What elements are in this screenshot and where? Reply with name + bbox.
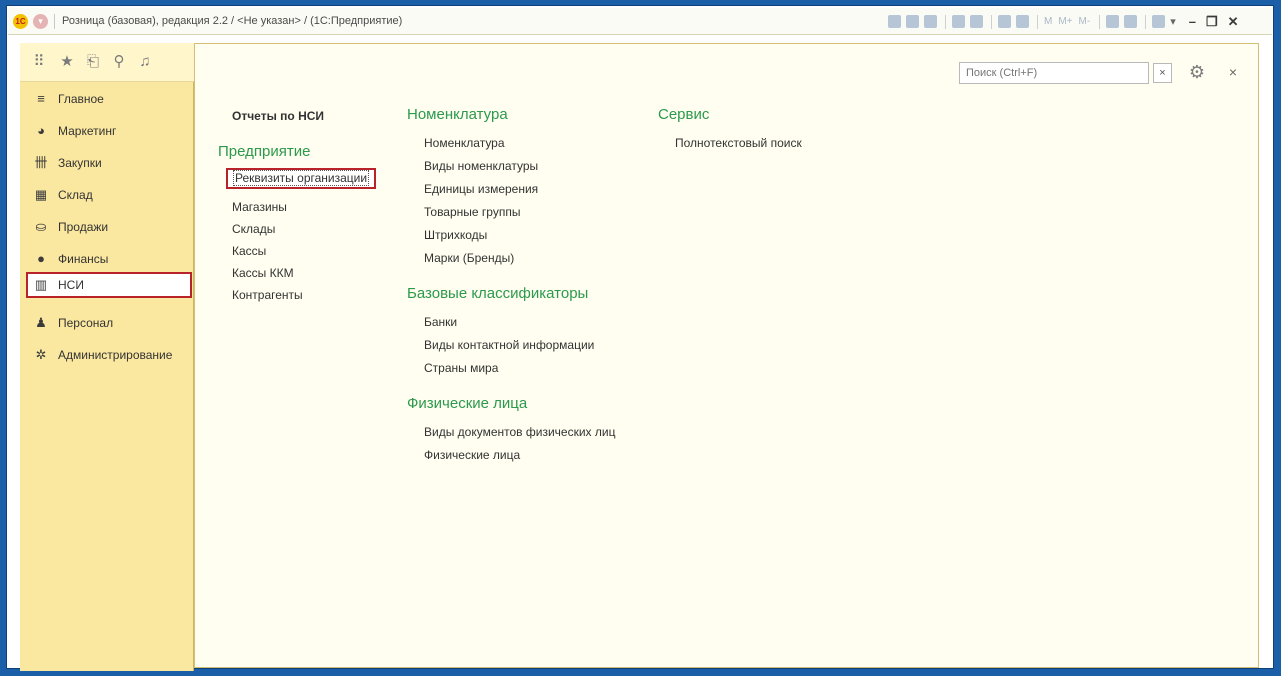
search-clear-button[interactable]: × — [1153, 63, 1172, 83]
sidebar-item-label: Финансы — [58, 252, 109, 266]
reports-link[interactable]: Отчеты по НСИ — [232, 108, 376, 124]
nav-link-item[interactable]: Марки (Бренды) — [407, 251, 615, 266]
nav-link-item[interactable]: Контрагенты — [232, 288, 376, 303]
sidebar-item-label: Склад — [58, 188, 93, 202]
sidebar-item-label: Закупки — [58, 156, 102, 170]
group-title: Сервис — [658, 106, 710, 123]
nav-link-item[interactable]: Штрихкоды — [407, 228, 615, 243]
nav-link-item[interactable]: Полнотекстовый поиск — [658, 136, 802, 151]
cart-icon: 卌 — [34, 155, 48, 170]
main-menu-button[interactable]: ▾ — [33, 14, 48, 29]
memory-add-button[interactable]: M+ — [1058, 14, 1072, 30]
column-service: Сервис Полнотекстовый поиск — [658, 106, 802, 170]
info-icon[interactable] — [1152, 15, 1166, 28]
chevron-down-icon[interactable]: ▾ — [1170, 14, 1176, 30]
nav-link-item[interactable]: Товарные группы — [407, 205, 615, 220]
close-panel-button[interactable]: × — [1226, 61, 1240, 83]
zoom-icon[interactable] — [1106, 15, 1120, 28]
column-nomenclature: Номенклатура Номенклатура Виды номенклатур… — [407, 106, 615, 482]
sidebar-item-1[interactable]: ◕ Маркетинг — [20, 119, 193, 143]
title-bar: 1С ▾ Розница (базовая), редакция 2.2 / <… — [8, 8, 1272, 35]
finance-icon: ● — [37, 251, 45, 266]
nav-link-item[interactable]: Физические лица — [407, 448, 615, 463]
search-icon[interactable]: ⚲ — [110, 53, 128, 71]
group-title: Физические лица — [407, 395, 528, 412]
panels-icon[interactable] — [1124, 15, 1138, 28]
group-title: Номенклатура — [407, 106, 508, 123]
sidebar-item-label: Персонал — [58, 316, 114, 330]
menu-lines-icon: ≡ — [37, 91, 45, 106]
sidebar-item-label: Главное — [58, 92, 104, 106]
nav-link-item[interactable]: Склады — [232, 222, 376, 237]
sidebar-item-4[interactable]: ⛀ Продажи — [20, 215, 193, 239]
sidebar-item-6[interactable]: ▥ НСИ — [26, 272, 192, 298]
memory-subtract-button[interactable]: M- — [1079, 14, 1091, 30]
history-icon[interactable]: ⎗ — [84, 53, 102, 71]
books-icon: ▥ — [34, 277, 48, 292]
nav-link-item[interactable]: Кассы — [232, 244, 376, 259]
sections-panel: ⠿ ★ ⎗ ⚲ ♫ ≡ Главное ◕ Маркетинг 卌 Закупки ▦ Скл… — [20, 43, 194, 671]
settings-gear-icon[interactable]: ⚙ — [1187, 61, 1207, 83]
sidebar-item-5[interactable]: ● Финансы — [20, 247, 193, 271]
nav-link-item[interactable]: Банки — [407, 315, 615, 330]
memory-button[interactable]: M — [1044, 14, 1052, 30]
nav-link-item[interactable]: Виды номенклатуры — [407, 159, 615, 174]
person-icon: ♟ — [35, 315, 47, 330]
sidebar-item-label: Администрирование — [58, 348, 173, 362]
nav-link-item[interactable]: Реквизиты организации — [226, 168, 377, 189]
bell-icon[interactable]: ♫ — [136, 53, 154, 71]
group-title: Базовые классификаторы — [407, 285, 589, 302]
window-title: Розница (базовая), редакция 2.2 / <Не ук… — [62, 15, 403, 27]
warehouse-icon: ▦ — [34, 187, 48, 202]
search-input[interactable] — [959, 62, 1149, 84]
app-logo-icon: 1С — [13, 14, 28, 29]
title-separator — [54, 14, 55, 29]
gear-icon: ✲ — [35, 347, 47, 362]
calculator-icon[interactable] — [998, 15, 1011, 28]
apps-grid-icon[interactable]: ⠿ — [30, 53, 48, 71]
nav-link-item[interactable]: Единицы измерения — [407, 182, 615, 197]
basket-icon: ⛀ — [35, 219, 47, 234]
sidebar-item-label: Маркетинг — [58, 124, 117, 138]
nav-link-item[interactable]: Виды контактной информации — [407, 338, 615, 353]
nav-link-item[interactable]: Кассы ККМ — [232, 266, 376, 281]
sidebar-item-label: НСИ — [58, 278, 84, 292]
quick-access-bar: ⠿ ★ ⎗ ⚲ ♫ — [20, 43, 194, 82]
pie-chart-icon: ◕ — [37, 123, 45, 138]
link-list-icon[interactable] — [970, 15, 983, 28]
sidebar-item-0[interactable]: ≡ Главное — [20, 87, 193, 111]
sidebar-item-3[interactable]: ▦ Склад — [20, 183, 193, 207]
preview-icon[interactable] — [924, 15, 937, 28]
nav-link-item[interactable]: Номенклатура — [407, 136, 615, 151]
link-icon[interactable] — [952, 15, 965, 28]
nav-link-item[interactable]: Магазины — [232, 200, 376, 215]
print-icon[interactable] — [906, 15, 919, 28]
nav-link-item[interactable]: Страны мира — [407, 361, 615, 376]
group-title: Предприятие — [218, 143, 311, 160]
nav-link-label: Реквизиты организации — [233, 170, 370, 186]
sidebar-item-8[interactable]: ✲ Администрирование — [20, 343, 193, 367]
close-window-button[interactable]: ✕ — [1228, 14, 1239, 30]
title-toolbar: M M+ M- ▾ – ❐ ✕ — [888, 12, 1239, 31]
nav-link-item[interactable]: Виды документов физических лиц — [407, 425, 615, 440]
sidebar-item-2[interactable]: 卌 Закупки — [20, 151, 193, 175]
save-icon[interactable] — [888, 15, 901, 28]
calendar-icon[interactable] — [1016, 15, 1029, 28]
minimize-button[interactable]: – — [1189, 14, 1196, 29]
main-content: × ⚙ × Отчеты по НСИ Предприятие Реквизиты … — [194, 43, 1259, 668]
column-enterprise: Отчеты по НСИ Предприятие Реквизиты органи… — [218, 108, 377, 310]
restore-button[interactable]: ❐ — [1206, 14, 1218, 30]
sidebar-item-label: Продажи — [58, 220, 109, 234]
sidebar-item-7[interactable]: ♟ Персонал — [20, 311, 193, 335]
star-icon[interactable]: ★ — [58, 53, 76, 71]
